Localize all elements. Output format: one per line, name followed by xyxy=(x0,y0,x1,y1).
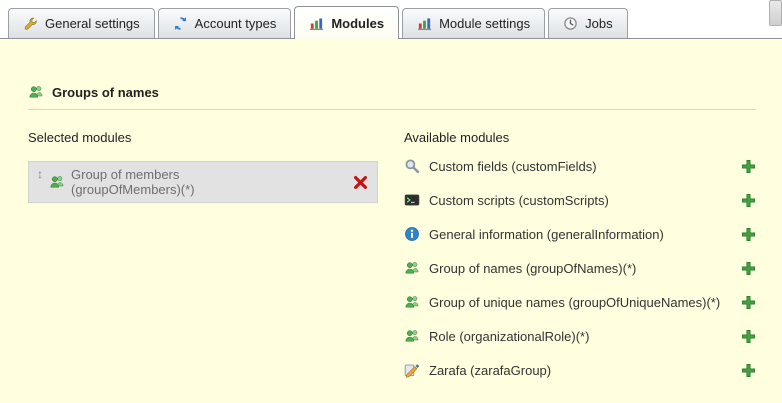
available-module-row: Custom fields (customFields) xyxy=(404,149,756,183)
available-module-row: Group of names (groupOfNames)(*) xyxy=(404,251,756,285)
group-icon xyxy=(49,174,65,190)
tab-label: Modules xyxy=(331,16,384,31)
available-module-label: Group of unique names (groupOfUniqueName… xyxy=(429,295,720,310)
wrench-icon xyxy=(23,16,38,31)
pencil-icon xyxy=(404,362,420,378)
available-module-row: General information (generalInformation) xyxy=(404,217,756,251)
available-modules-list: Custom fields (customFields) xyxy=(404,149,756,387)
available-module-label: Zarafa (zarafaGroup) xyxy=(429,363,551,378)
group-icon xyxy=(404,260,420,276)
add-module-button[interactable] xyxy=(741,329,756,344)
available-module-label: General information (generalInformation) xyxy=(429,227,664,242)
modules-panel: Groups of names Selected modules ↕ Group… xyxy=(0,40,782,403)
selected-module-item[interactable]: ↕ Group of members (groupOfMembers)(*) xyxy=(28,161,378,203)
tab-module-settings[interactable]: Module settings xyxy=(402,8,545,38)
tab-label: Jobs xyxy=(585,16,612,31)
add-module-button[interactable] xyxy=(741,227,756,242)
bar-chart-icon xyxy=(309,16,324,31)
scrollbar-thumb[interactable] xyxy=(769,0,782,26)
magnifier-icon xyxy=(404,158,420,174)
available-modules-heading: Available modules xyxy=(404,130,756,145)
available-modules-column: Available modules Custom fields (customF… xyxy=(404,130,756,387)
refresh-gear-icon xyxy=(173,16,188,31)
section-title: Groups of names xyxy=(52,85,159,100)
add-module-button[interactable] xyxy=(741,363,756,378)
tab-label: General settings xyxy=(45,16,140,31)
tab-label: Account types xyxy=(195,16,277,31)
tab-modules[interactable]: Modules xyxy=(294,6,399,39)
section-divider xyxy=(28,109,756,110)
add-module-button[interactable] xyxy=(741,193,756,208)
tab-label: Module settings xyxy=(439,16,530,31)
selected-module-name: Group of members xyxy=(71,167,179,182)
remove-module-button[interactable] xyxy=(352,174,369,191)
selected-module-label: Group of members (groupOfMembers)(*) xyxy=(71,167,195,197)
group-icon xyxy=(404,294,420,310)
tab-bar: General settings Account types Modules xyxy=(0,0,782,39)
bar-chart-icon xyxy=(417,16,432,31)
selected-modules-column: Selected modules ↕ Group of members (gro… xyxy=(28,130,378,387)
tab-account-types[interactable]: Account types xyxy=(158,8,292,38)
tab-general-settings[interactable]: General settings xyxy=(8,8,155,38)
available-module-row: Zarafa (zarafaGroup) xyxy=(404,353,756,387)
available-module-label: Custom scripts (customScripts) xyxy=(429,193,609,208)
terminal-icon xyxy=(404,192,420,208)
add-module-button[interactable] xyxy=(741,159,756,174)
drag-handle-icon[interactable]: ↕ xyxy=(37,167,43,181)
group-icon xyxy=(404,328,420,344)
section-header: Groups of names xyxy=(28,84,756,100)
available-module-row: Role (organizationalRole)(*) xyxy=(404,319,756,353)
tab-jobs[interactable]: Jobs xyxy=(548,8,627,38)
selected-modules-heading: Selected modules xyxy=(28,130,378,145)
add-module-button[interactable] xyxy=(741,295,756,310)
available-module-label: Role (organizationalRole)(*) xyxy=(429,329,589,344)
add-module-button[interactable] xyxy=(741,261,756,276)
available-module-row: Custom scripts (customScripts) xyxy=(404,183,756,217)
group-icon xyxy=(28,84,44,100)
selected-module-suffix: (groupOfMembers)(*) xyxy=(71,182,195,197)
available-module-label: Group of names (groupOfNames)(*) xyxy=(429,261,636,276)
info-icon xyxy=(404,226,420,242)
clock-icon xyxy=(563,16,578,31)
available-module-row: Group of unique names (groupOfUniqueName… xyxy=(404,285,756,319)
available-module-label: Custom fields (customFields) xyxy=(429,159,597,174)
